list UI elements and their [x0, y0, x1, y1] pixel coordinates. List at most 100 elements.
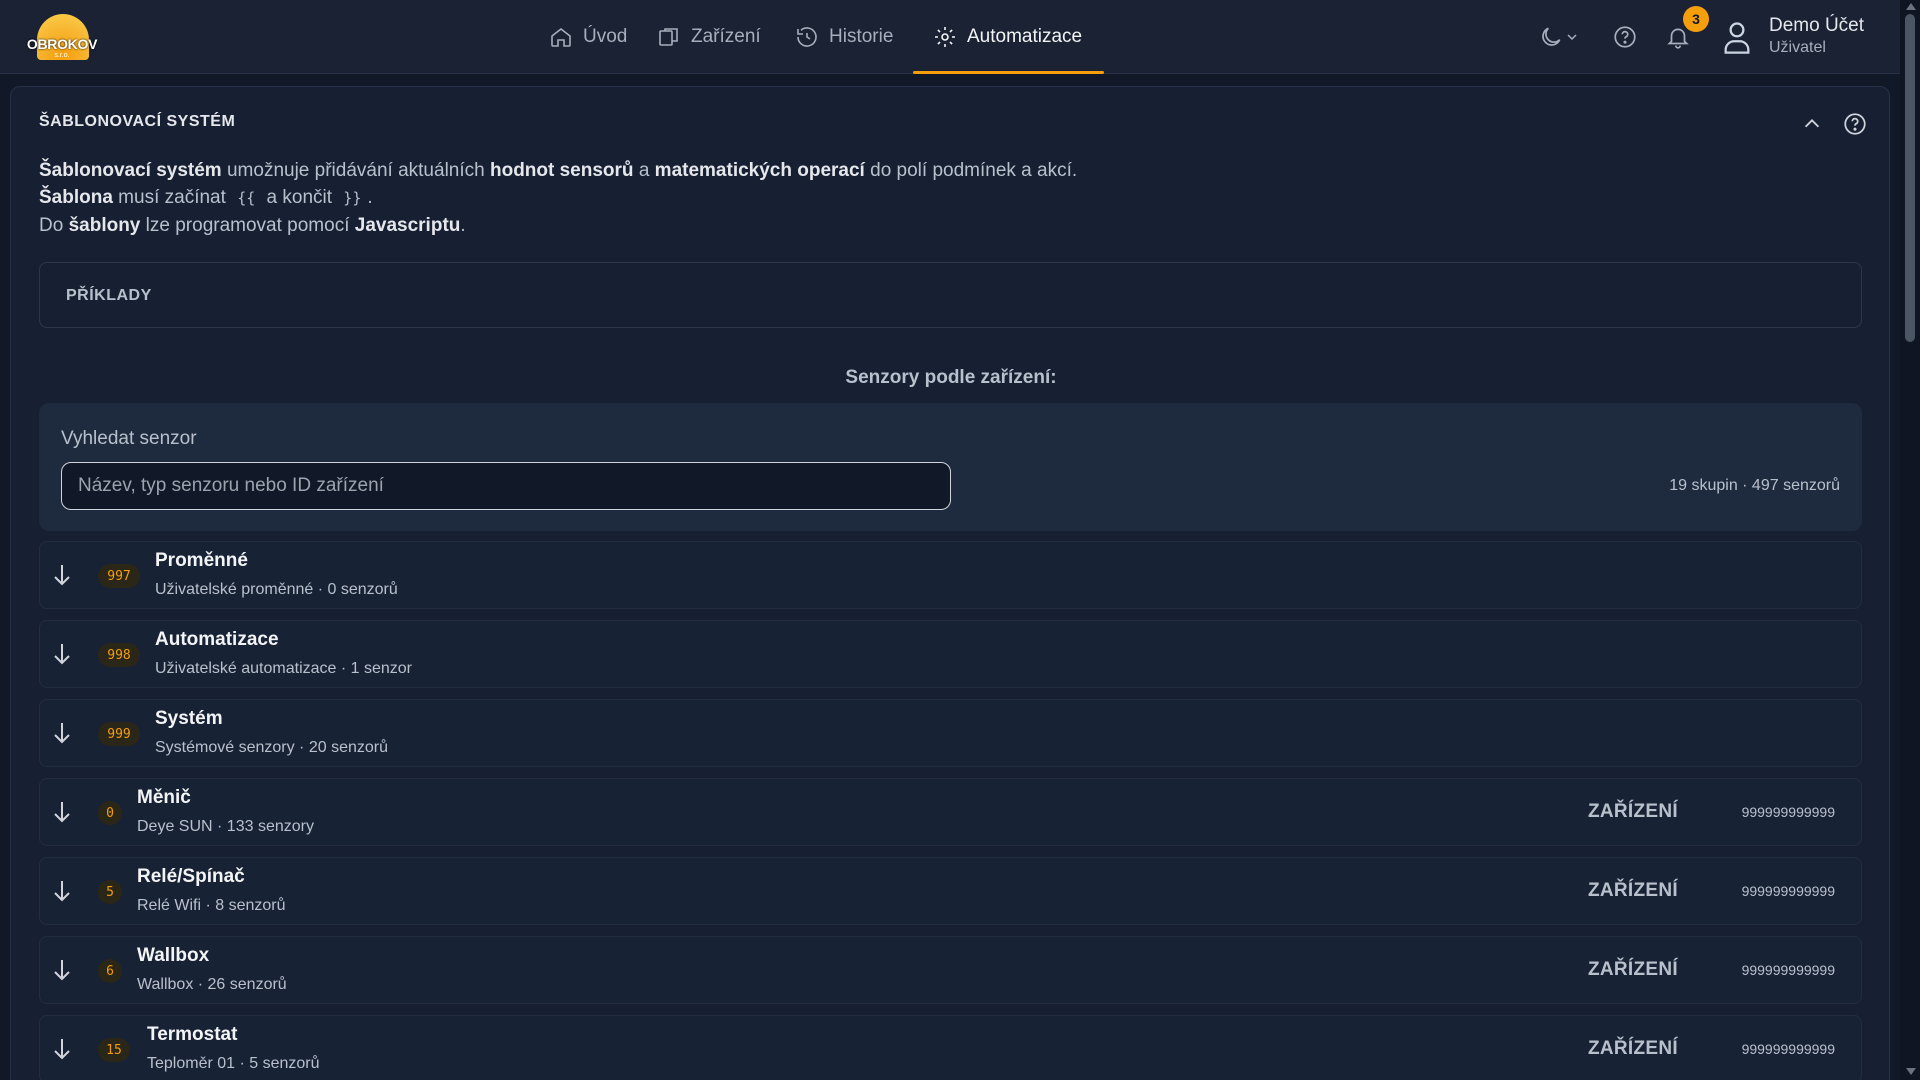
group-device-id: 999999999999: [1741, 1041, 1835, 1057]
group-device-id: 999999999999: [1741, 804, 1835, 820]
chevron-down-icon: [1567, 34, 1577, 41]
desc-text: lze programovat pomocí: [140, 215, 355, 236]
group-device-id: 999999999999: [1741, 883, 1835, 899]
panel-title: ŠABLONOVACÍ SYSTÉM: [39, 113, 236, 130]
sensors-section-title: Senzory podle zařízení:: [845, 367, 1057, 388]
group-type-label: ZAŘÍZENÍ: [1587, 959, 1678, 980]
group-name: Relé/Spínač: [137, 866, 245, 887]
scroll-up-arrow[interactable]: [1906, 3, 1916, 10]
desc-bold: matematických operací: [654, 160, 865, 181]
group-name: Systém: [155, 708, 223, 729]
nav-label: Automatizace: [967, 26, 1083, 47]
user-name[interactable]: Demo Účet: [1769, 15, 1864, 37]
desc-text: a končit: [261, 187, 338, 208]
group-subtitle: Deye SUN · 133 senzory: [137, 818, 314, 835]
gear-icon: [935, 27, 955, 47]
company-logo[interactable]: OBROKOV s.r.o.: [24, 12, 100, 62]
arrow-down-icon[interactable]: [51, 641, 73, 672]
group-subtitle: Uživatelské proměnné · 0 senzorů: [155, 581, 398, 598]
group-subtitle: Teploměr 01 · 5 senzorů: [147, 1055, 320, 1072]
desc-text: .: [367, 187, 373, 208]
desc-bold: šablony: [68, 215, 141, 236]
group-name: Termostat: [147, 1024, 238, 1045]
sensor-group-row[interactable]: 997 Proměnné Uživatelské proměnné · 0 se…: [39, 541, 1862, 609]
group-device-id: 999999999999: [1741, 962, 1835, 978]
desc-bold: Šablona: [39, 187, 113, 208]
notification-count-badge[interactable]: 3: [1683, 6, 1709, 32]
desc-line-1: Šablonovací systém umožnuje přidávání ak…: [39, 157, 1077, 184]
examples-label: PŘÍKLADY: [66, 287, 152, 304]
nav-item-historie[interactable]: Historie: [783, 0, 909, 74]
desc-bold: Šablonovací systém: [39, 160, 222, 181]
arrow-down-icon[interactable]: [51, 562, 73, 593]
theme-toggle[interactable]: [1538, 24, 1578, 50]
user-menu[interactable]: [1720, 18, 1754, 61]
group-id-badge: 998: [98, 643, 140, 667]
desc-text: Do: [39, 215, 69, 236]
group-name: Automatizace: [155, 629, 279, 650]
examples-accordion[interactable]: PŘÍKLADY: [39, 262, 1862, 328]
arrow-down-icon[interactable]: [51, 1036, 73, 1067]
sensor-group-row[interactable]: 6 Wallbox Wallbox · 26 senzorů ZAŘÍZENÍ …: [39, 936, 1862, 1004]
sensor-group-row[interactable]: 999 Systém Systémové senzory · 20 senzor…: [39, 699, 1862, 767]
group-subtitle: Relé Wifi · 8 senzorů: [137, 897, 286, 914]
top-navbar: OBROKOV s.r.o. Úvod Zařízení Historie Au…: [0, 0, 1900, 74]
group-type-label: ZAŘÍZENÍ: [1587, 1038, 1678, 1059]
group-id-badge: 15: [98, 1038, 130, 1062]
scroll-thumb[interactable]: [1905, 14, 1915, 342]
group-name: Měnič: [137, 787, 191, 808]
user-icon: [1724, 22, 1750, 54]
sensor-group-row[interactable]: 15 Termostat Teploměr 01 · 5 senzorů ZAŘ…: [39, 1015, 1862, 1080]
devices-icon: [659, 28, 678, 46]
desc-bold: Javascriptu: [354, 215, 461, 236]
scroll-down-arrow[interactable]: [1906, 1068, 1916, 1075]
nav-item-automatizace[interactable]: Automatizace: [913, 0, 1104, 74]
panel-help-button[interactable]: [1842, 111, 1868, 142]
arrow-down-icon[interactable]: [51, 878, 73, 909]
sensor-group-list: 997 Proměnné Uživatelské proměnné · 0 se…: [39, 541, 1862, 1080]
group-subtitle: Uživatelské automatizace · 1 senzor: [155, 660, 412, 677]
template-system-panel: ŠABLONOVACÍ SYSTÉM Šablonovací systém um…: [10, 86, 1890, 1080]
nav-label: Zařízení: [691, 26, 761, 47]
search-result-count: 19 skupin · 497 senzorů: [1669, 477, 1840, 494]
group-type-label: ZAŘÍZENÍ: [1587, 801, 1678, 822]
sensor-search-box: Vyhledat senzor 19 skupin · 497 senzorů: [39, 403, 1862, 531]
group-subtitle: Systémové senzory · 20 senzorů: [155, 739, 388, 756]
group-id-badge: 0: [98, 801, 122, 825]
desc-text: a: [633, 160, 655, 181]
group-name: Proměnné: [155, 550, 248, 571]
sensor-group-row[interactable]: 998 Automatizace Uživatelské automatizac…: [39, 620, 1862, 688]
logo-text: OBROKOV: [26, 36, 98, 52]
group-id-badge: 6: [98, 959, 122, 983]
page-scrollbar[interactable]: [1900, 0, 1920, 1080]
arrow-down-icon[interactable]: [51, 720, 73, 751]
group-id-badge: 5: [98, 880, 122, 904]
group-id-badge: 997: [98, 564, 140, 588]
nav-item-uvod[interactable]: Úvod: [537, 0, 645, 74]
arrow-down-icon[interactable]: [51, 799, 73, 830]
arrow-down-icon[interactable]: [51, 957, 73, 988]
user-role: Uživatel: [1769, 39, 1826, 56]
home-icon: [551, 27, 571, 47]
sensor-group-row[interactable]: 0 Měnič Deye SUN · 133 senzory ZAŘÍZENÍ …: [39, 778, 1862, 846]
logo-subtext: s.r.o.: [54, 52, 70, 59]
desc-text: musí začínat: [112, 187, 232, 208]
main-nav: Úvod Zařízení Historie Automatizace: [537, 0, 1104, 74]
moon-icon: [1542, 27, 1561, 46]
sensor-search-input[interactable]: [61, 462, 951, 510]
desc-bold: hodnot sensorů: [489, 160, 634, 181]
help-icon: [1614, 26, 1636, 48]
group-name: Wallbox: [137, 945, 210, 966]
search-label: Vyhledat senzor: [61, 428, 197, 449]
nav-label: Úvod: [583, 26, 628, 47]
desc-code: }}: [343, 189, 362, 207]
help-icon: [1844, 113, 1866, 135]
sensor-group-row[interactable]: 5 Relé/Spínač Relé Wifi · 8 senzorů ZAŘÍ…: [39, 857, 1862, 925]
history-icon: [797, 27, 817, 47]
desc-line-3: Do šablony lze programovat pomocí Javasc…: [39, 212, 1077, 239]
help-button[interactable]: [1612, 24, 1638, 55]
desc-text: umožnuje přidávání aktuálních: [221, 160, 490, 181]
collapse-button[interactable]: [1801, 113, 1823, 140]
nav-label: Historie: [829, 26, 894, 47]
nav-item-zarizeni[interactable]: Zařízení: [645, 0, 783, 74]
